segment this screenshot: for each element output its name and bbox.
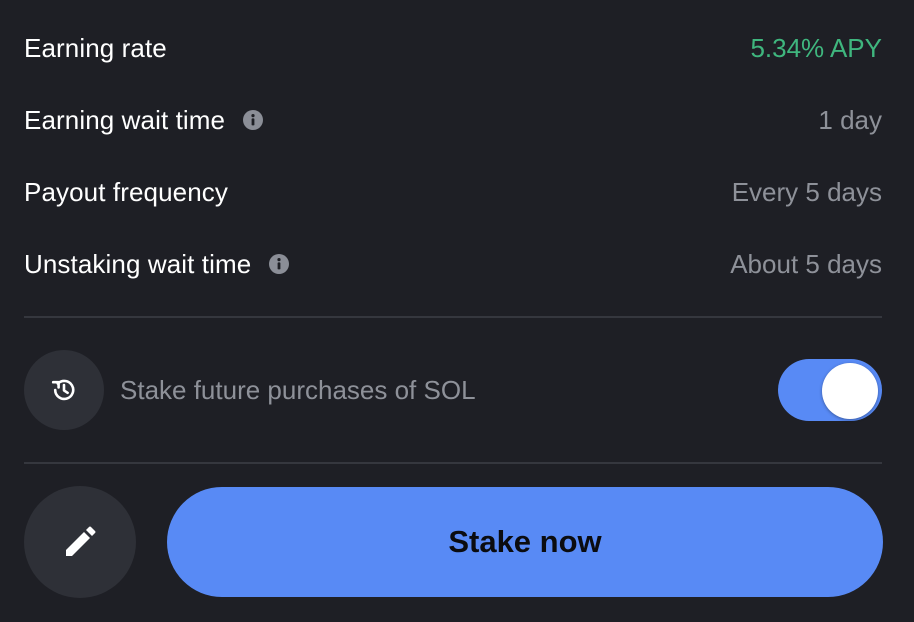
edit-button[interactable] [24, 486, 136, 598]
payout-frequency-label: Payout frequency [24, 176, 228, 207]
earning-wait-time-label: Earning wait time [24, 104, 226, 135]
toggle-knob [822, 363, 878, 419]
info-icon[interactable] [269, 254, 290, 274]
stake-now-button[interactable]: Stake now [167, 487, 883, 597]
divider [24, 316, 882, 318]
payout-frequency-value: Every 5 days [731, 176, 882, 207]
staking-details-panel: Earning rate 5.34% APY Earning wait time… [0, 0, 914, 622]
auto-stake-row: Stake future purchases of SOL [24, 350, 882, 430]
auto-stake-label: Stake future purchases of SOL [120, 374, 476, 405]
auto-stake-toggle[interactable] [778, 359, 882, 421]
unstaking-wait-time-value: About 5 days [730, 248, 882, 279]
divider [24, 462, 882, 464]
earning-wait-time-value: 1 day [818, 104, 882, 135]
earning-rate-value: 5.34% APY [750, 32, 882, 63]
unstaking-wait-time-row: Unstaking wait time About 5 days [24, 244, 882, 284]
pencil-icon [66, 526, 96, 556]
payout-frequency-row: Payout frequency Every 5 days [24, 172, 882, 212]
info-icon[interactable] [243, 110, 264, 130]
earning-wait-time-row: Earning wait time 1 day [24, 100, 882, 140]
earning-rate-label: Earning rate [24, 32, 167, 63]
earning-rate-row: Earning rate 5.34% APY [24, 28, 882, 68]
history-icon [24, 350, 104, 430]
unstaking-wait-time-label: Unstaking wait time [24, 248, 252, 279]
